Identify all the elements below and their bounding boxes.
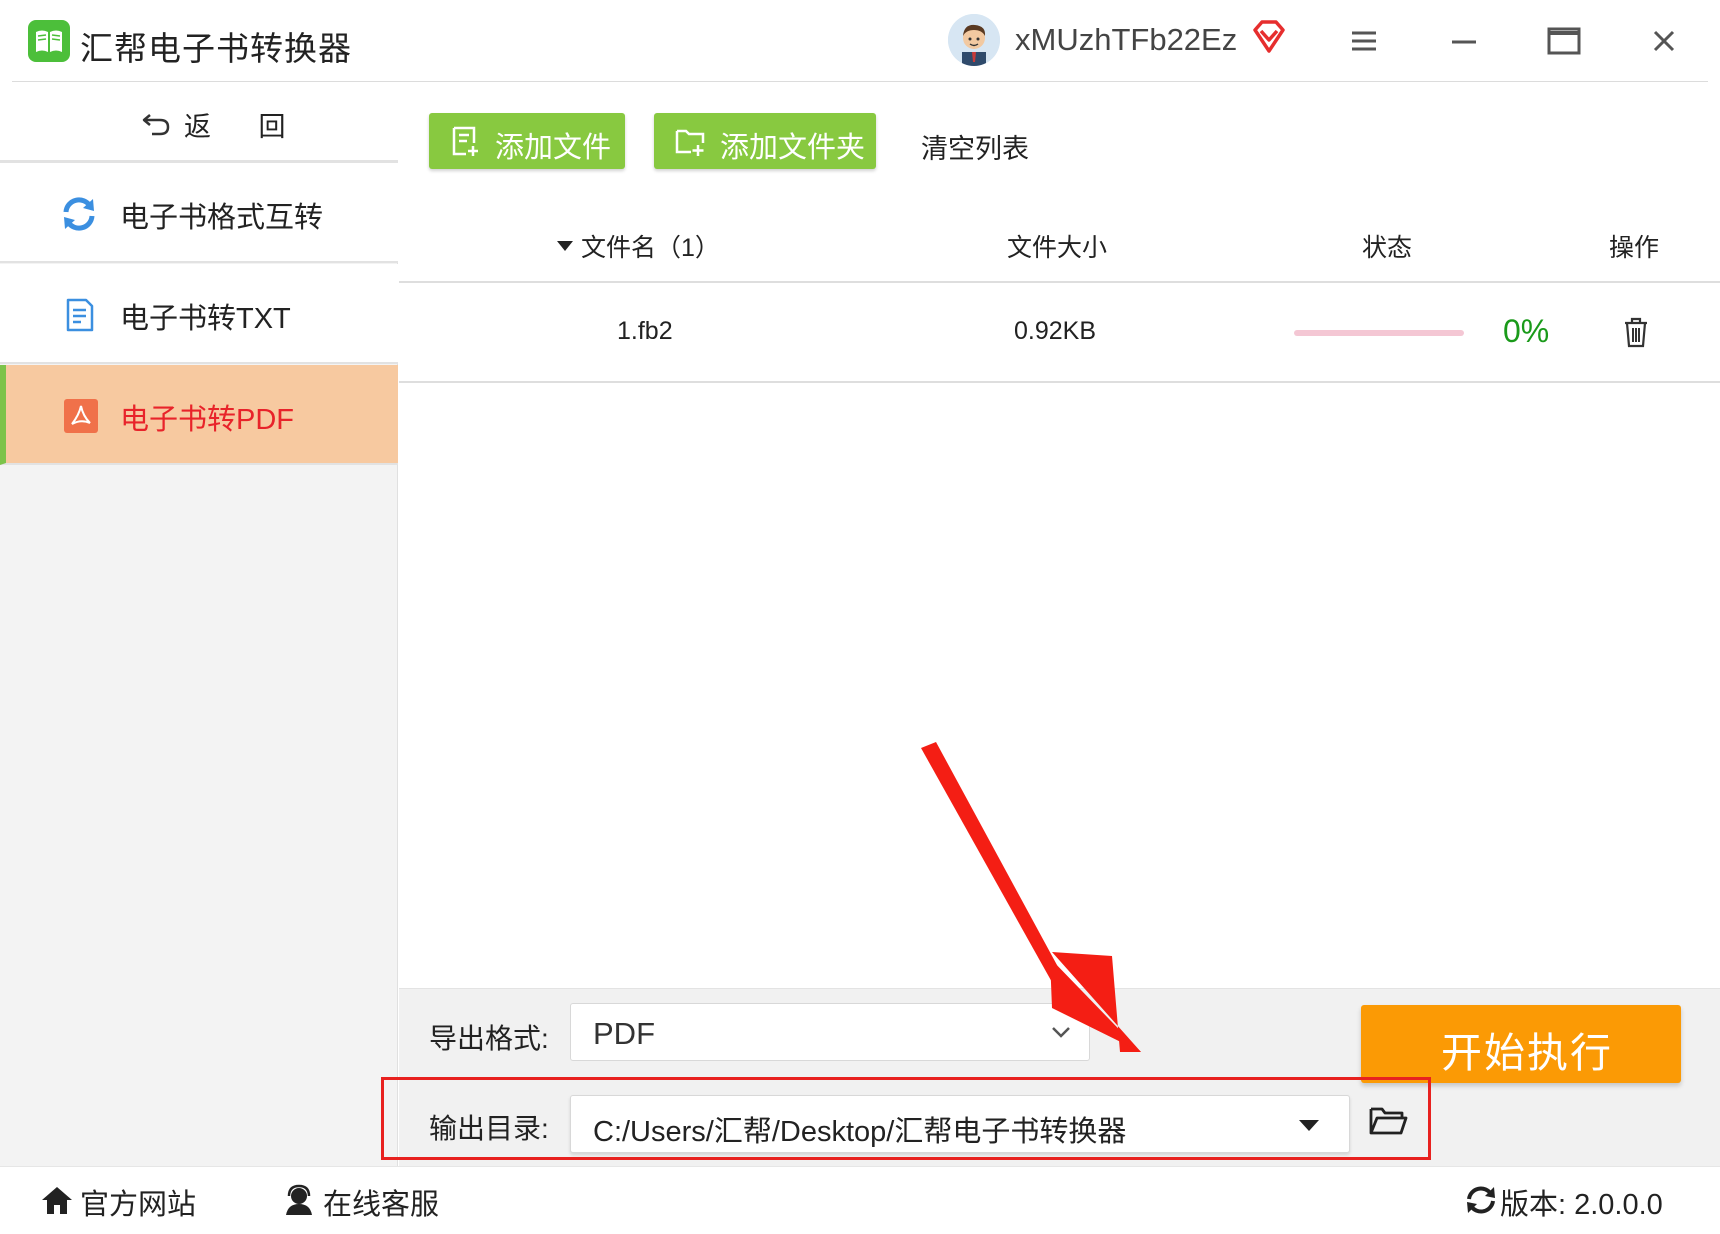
progress-bar	[1294, 330, 1464, 336]
maximize-icon[interactable]	[1540, 18, 1588, 64]
official-site-link[interactable]: 官方网站	[80, 1181, 196, 1223]
column-header-filename[interactable]: 文件名（1）	[557, 228, 720, 264]
sidebar-item-label: 电子书转TXT	[120, 303, 291, 335]
username[interactable]: xMUzhTFb22Ez	[1015, 22, 1237, 58]
chevron-down-icon	[1049, 1022, 1073, 1042]
sidebar-item-to-txt[interactable]: 电子书转TXT	[0, 264, 398, 364]
update-refresh-icon[interactable]	[1464, 1184, 1498, 1216]
online-support-link[interactable]: 在线客服	[323, 1181, 439, 1223]
column-header-status: 状态	[1362, 234, 1413, 262]
add-file-icon	[449, 125, 481, 157]
table-row: 1.fb2 0.92KB 0%	[399, 283, 1720, 383]
sort-caret-icon	[557, 241, 573, 252]
dropdown-caret-icon	[1299, 1120, 1319, 1131]
sidebar-item-format-convert[interactable]: 电子书格式互转	[0, 163, 398, 263]
main-panel: 添加文件 添加文件夹 清空列表 文件名（1） 文件大小 状态 操作 1.fb2 …	[399, 83, 1720, 988]
file-name: 1.fb2	[617, 317, 673, 345]
browse-folder-icon[interactable]	[1367, 1101, 1409, 1139]
version-label: 版本: 2.0.0.0	[1500, 1189, 1663, 1221]
file-size: 0.92KB	[1014, 317, 1097, 345]
add-folder-label: 添加文件夹	[720, 132, 866, 164]
add-folder-icon	[674, 125, 706, 157]
add-file-label: 添加文件	[495, 132, 612, 164]
progress-percent: 0%	[1503, 313, 1550, 349]
export-format-value: PDF	[593, 1016, 655, 1051]
close-icon[interactable]	[1640, 18, 1688, 64]
add-folder-button[interactable]: 添加文件夹	[654, 113, 876, 169]
add-file-button[interactable]: 添加文件	[429, 113, 625, 169]
settings-panel: 导出格式: PDF 输出目录: C:/Users/汇帮/Desktop/汇帮电子…	[399, 988, 1720, 1166]
vip-diamond-icon[interactable]	[1250, 18, 1288, 56]
sidebar-item-label: 电子书格式互转	[120, 202, 324, 234]
back-arrow-icon	[140, 107, 172, 137]
sidebar-item-to-pdf[interactable]: 电子书转PDF	[0, 365, 398, 465]
clear-list-button[interactable]: 清空列表	[921, 127, 1029, 166]
app-logo-icon	[28, 20, 70, 62]
support-agent-icon[interactable]	[282, 1184, 316, 1216]
home-icon[interactable]	[40, 1184, 74, 1216]
export-format-label: 导出格式:	[429, 1023, 549, 1054]
output-dir-select[interactable]: C:/Users/汇帮/Desktop/汇帮电子书转换器	[570, 1095, 1350, 1153]
document-icon	[60, 296, 98, 334]
minimize-icon[interactable]	[1440, 18, 1488, 64]
column-header-action: 操作	[1609, 234, 1660, 262]
back-button[interactable]: 返 回	[0, 83, 398, 163]
title-bar: 汇帮电子书转换器 xMUzhTFb22Ez	[0, 0, 1720, 82]
pdf-icon	[62, 397, 100, 435]
start-button[interactable]: 开始执行	[1361, 1005, 1681, 1083]
column-header-size: 文件大小	[1007, 234, 1108, 262]
sidebar: 返 回 电子书格式互转 电子书转TXT 电子书转PDF	[0, 83, 398, 1166]
output-dir-label: 输出目录:	[429, 1113, 549, 1144]
table-header: 文件名（1） 文件大小 状态 操作	[399, 203, 1720, 283]
delete-icon[interactable]	[1621, 315, 1651, 349]
refresh-icon	[60, 195, 98, 233]
user-avatar[interactable]	[948, 14, 1000, 66]
column-header-filename-label: 文件名（1）	[581, 234, 720, 262]
footer: 官方网站 在线客服 版本: 2.0.0.0	[0, 1166, 1720, 1234]
export-format-select[interactable]: PDF	[570, 1003, 1090, 1061]
menu-icon[interactable]	[1340, 18, 1388, 64]
title-divider	[12, 81, 1708, 82]
back-label: 返 回	[184, 112, 306, 142]
start-label: 开始执行	[1441, 1030, 1613, 1076]
sidebar-item-label: 电子书转PDF	[120, 404, 295, 436]
output-dir-path: C:/Users/汇帮/Desktop/汇帮电子书转换器	[593, 1116, 1127, 1148]
app-title: 汇帮电子书转换器	[80, 30, 352, 67]
